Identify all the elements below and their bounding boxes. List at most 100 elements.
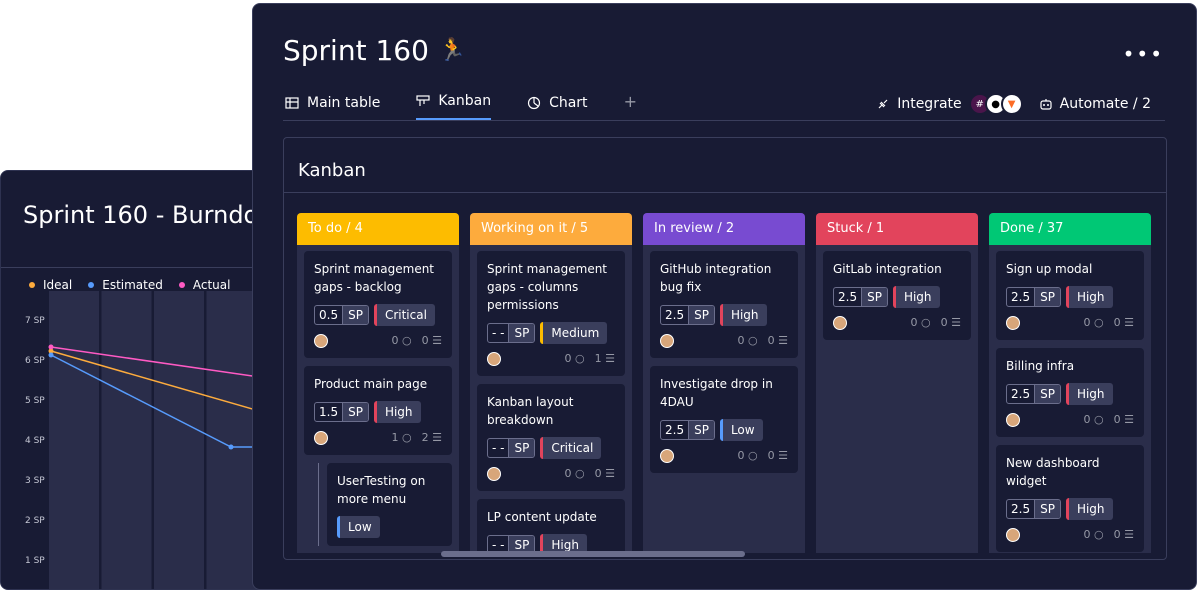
avatar[interactable] [833,316,847,330]
comment-count[interactable]: 1 ○ [392,429,412,447]
board-title: Sprint 160 🏃 [283,34,466,67]
avatar[interactable] [1006,316,1020,330]
card-title: Sprint management gaps - backlog [314,262,435,294]
story-points[interactable]: 2.5 SP [660,420,715,440]
series-point-estimated [228,444,234,450]
avatar[interactable] [487,352,501,366]
automate-button[interactable]: Automate / 2 [1039,96,1151,112]
avatar[interactable] [1006,413,1020,427]
priority-badge[interactable]: High [719,304,767,326]
card-title: Investigate drop in 4DAU [660,377,773,409]
priority-badge[interactable]: High [373,401,421,423]
comment-count[interactable]: 0 ○ [1084,411,1104,429]
more-options-icon[interactable]: ••• [1123,42,1164,66]
comment-icon: ○ [921,316,931,329]
story-points[interactable]: 0.5 SP [314,305,369,325]
subitems-icon: ☰ [605,352,615,365]
subitem-count[interactable]: 0 ☰ [1114,411,1134,429]
comment-count[interactable]: 0 ○ [738,447,758,465]
avatar[interactable] [1006,528,1020,542]
comment-count[interactable]: 0 ○ [738,332,758,350]
subitem-card[interactable]: UserTesting on more menu Low [327,463,452,546]
column-header[interactable]: Stuck / 1 [816,213,978,245]
avatar[interactable] [660,334,674,348]
kanban-card[interactable]: Billing infra 2.5 SP High 0 ○ 0 ☰ [996,348,1144,437]
story-points-unit: SP [689,306,714,324]
card-fields: Low [337,516,442,538]
subitems-icon: ☰ [1124,413,1134,426]
subitem-count[interactable]: 1 ☰ [595,350,615,368]
kanban-card[interactable]: Product main page 1.5 SP High 1 ○ 2 ☰ [304,366,452,455]
comment-count-value: 0 [737,449,745,462]
priority-badge[interactable]: High [892,286,940,308]
subitem-count[interactable]: 2 ☰ [422,429,442,447]
tab-kanban[interactable]: Kanban [416,93,492,120]
comment-count-value: 0 [1083,316,1091,329]
kanban-card[interactable]: New dashboard widget 2.5 SP High 0 ○ 0 ☰ [996,445,1144,552]
story-points[interactable]: 1.5 SP [314,402,369,422]
comment-count[interactable]: 0 ○ [1084,314,1104,332]
priority-badge[interactable]: Low [719,419,763,441]
priority-badge[interactable]: High [1065,286,1113,308]
tab-chart[interactable]: Chart [527,95,588,120]
subitem-count[interactable]: 0 ☰ [941,314,961,332]
view-tabs: Main table Kanban Chart + [285,92,637,120]
subitem-count[interactable]: 0 ☰ [1114,314,1134,332]
avatar[interactable] [487,467,501,481]
avatar[interactable] [314,334,328,348]
column-header[interactable]: In review / 2 [643,213,805,245]
card-counters: 0 ○ 0 ☰ [392,332,442,350]
priority-badge[interactable]: Medium [540,322,608,344]
priority-badge[interactable]: Low [337,516,380,538]
tab-label-chart: Chart [549,95,588,111]
comment-count[interactable]: 0 ○ [392,332,412,350]
comment-icon: ○ [1094,413,1104,426]
subitem-count[interactable]: 0 ☰ [768,332,788,350]
kanban-card[interactable]: Sign up modal 2.5 SP High 0 ○ 0 ☰ [996,251,1144,340]
priority-badge[interactable]: Critical [540,437,602,459]
column-header[interactable]: Done / 37 [989,213,1151,245]
story-points[interactable]: 2.5 SP [1006,384,1061,404]
priority-badge[interactable]: High [1065,383,1113,405]
kanban-card[interactable]: Kanban layout breakdown - - SP Critical … [477,384,625,491]
kanban-card[interactable]: Sprint management gaps - columns permiss… [477,251,625,376]
comment-count[interactable]: 0 ○ [1084,526,1104,544]
avatar[interactable] [660,449,674,463]
kanban-card[interactable]: GitLab integration 2.5 SP High 0 ○ 0 ☰ [823,251,971,340]
subitem-count[interactable]: 0 ☰ [595,465,615,483]
subitem-count[interactable]: 0 ☰ [422,332,442,350]
avatar[interactable] [314,431,328,445]
kanban-card[interactable]: Sprint management gaps - backlog 0.5 SP … [304,251,452,358]
story-points[interactable]: - - SP [487,323,536,343]
runner-icon: 🏃 [438,38,467,63]
gitlab-icon: ▼ [1000,93,1023,115]
priority-label: High [1076,502,1105,516]
kanban-card[interactable]: Investigate drop in 4DAU 2.5 SP Low 0 ○ … [650,366,798,473]
comment-count[interactable]: 0 ○ [565,465,585,483]
kanban-card[interactable]: GitHub integration bug fix 2.5 SP High 0… [650,251,798,358]
priority-badge[interactable]: High [1065,498,1113,520]
card-counters: 0 ○ 0 ☰ [1084,411,1134,429]
card-meta: 0 ○ 0 ☰ [660,447,788,465]
horizontal-scrollbar[interactable] [441,551,745,557]
story-points[interactable]: 2.5 SP [660,305,715,325]
comment-icon: ○ [748,449,758,462]
legend-label-estimated: Estimated [102,278,163,292]
priority-badge[interactable]: Critical [373,304,435,326]
column-cards: GitLab integration 2.5 SP High 0 ○ 0 ☰ [816,245,978,346]
add-view-button[interactable]: + [624,92,637,120]
story-points-value: 2.5 [661,421,690,439]
subitem-count[interactable]: 0 ☰ [768,447,788,465]
column-header[interactable]: Working on it / 5 [470,213,632,245]
story-points[interactable]: 2.5 SP [1006,499,1061,519]
column-header[interactable]: To do / 4 [297,213,459,245]
comment-count[interactable]: 0 ○ [911,314,931,332]
comment-count[interactable]: 0 ○ [565,350,585,368]
story-points[interactable]: 2.5 SP [1006,287,1061,307]
tab-main-table[interactable]: Main table [285,95,380,120]
subitem-count[interactable]: 0 ☰ [1114,526,1134,544]
story-points[interactable]: 2.5 SP [833,287,888,307]
story-points[interactable]: - - SP [487,438,536,458]
integrate-button[interactable]: Integrate # ● ▼ [876,93,1023,115]
subitem-count-value: 0 [594,467,602,480]
